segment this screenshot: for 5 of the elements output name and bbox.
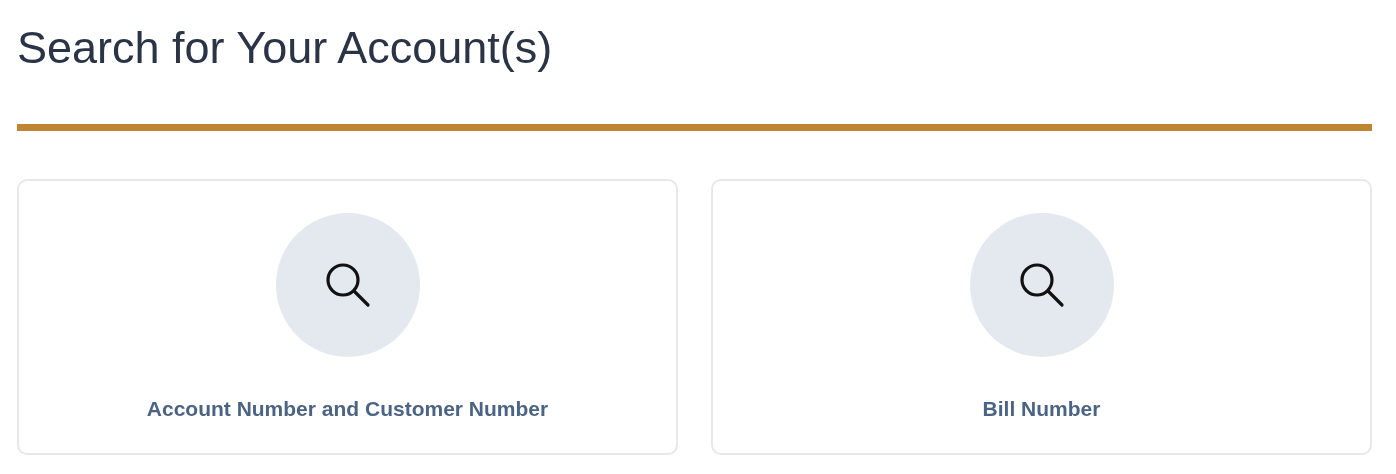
option-label: Bill Number <box>982 396 1101 422</box>
search-option-card[interactable]: Account Number and Customer Number <box>17 179 678 455</box>
page-title: Search for Your Account(s) <box>17 21 553 75</box>
option-label: Account Number and Customer Number <box>146 396 549 422</box>
search-option-card[interactable]: Bill Number <box>711 179 1372 455</box>
